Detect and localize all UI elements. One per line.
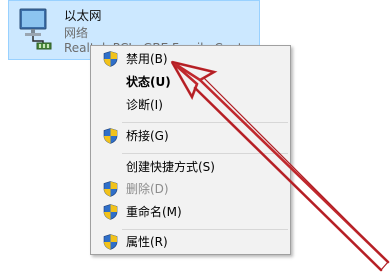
adapter-name: 以太网 [64,8,102,23]
menu-item-label: 状态(U) [126,75,171,89]
menu-separator [122,229,288,230]
menu-item-label: 属性(R) [126,235,168,249]
menu-item-diagnose[interactable]: 诊断(I) [93,94,288,116]
menu-item-label: 诊断(I) [126,98,163,112]
menu-item-bridge[interactable]: 桥接(G) [93,125,288,147]
adapter-type: 网络 [64,26,89,40]
network-connections-view: 以太网 网络 Realtek PCIe GBE Family Controlle… [0,0,392,277]
menu-item-properties[interactable]: 属性(R) [93,231,288,253]
menu-item-label: 桥接(G) [126,129,169,143]
uac-shield-icon [103,204,118,220]
uac-shield-icon [103,234,118,250]
uac-shield-icon [103,51,118,67]
menu-item-label: 重命名(M) [126,205,182,219]
uac-shield-icon [103,128,118,144]
menu-item-create-shortcut[interactable]: 创建快捷方式(S) [93,156,288,178]
network-adapter-icon [19,8,52,50]
menu-item-label: 创建快捷方式(S) [126,160,215,174]
menu-item-status[interactable]: 状态(U) [93,71,288,93]
menu-item-label: 禁用(B) [126,52,168,66]
context-menu: 禁用(B) 状态(U) 诊断(I) 桥接(G) 创建快捷方式(S) 删除(D) … [90,45,291,255]
menu-item-label: 删除(D) [126,182,169,196]
menu-item-rename[interactable]: 重命名(M) [93,201,288,223]
menu-item-delete: 删除(D) [93,178,288,200]
menu-item-disable[interactable]: 禁用(B) [93,48,288,70]
menu-separator [122,122,288,123]
uac-shield-icon [103,181,118,197]
menu-separator [122,153,288,154]
